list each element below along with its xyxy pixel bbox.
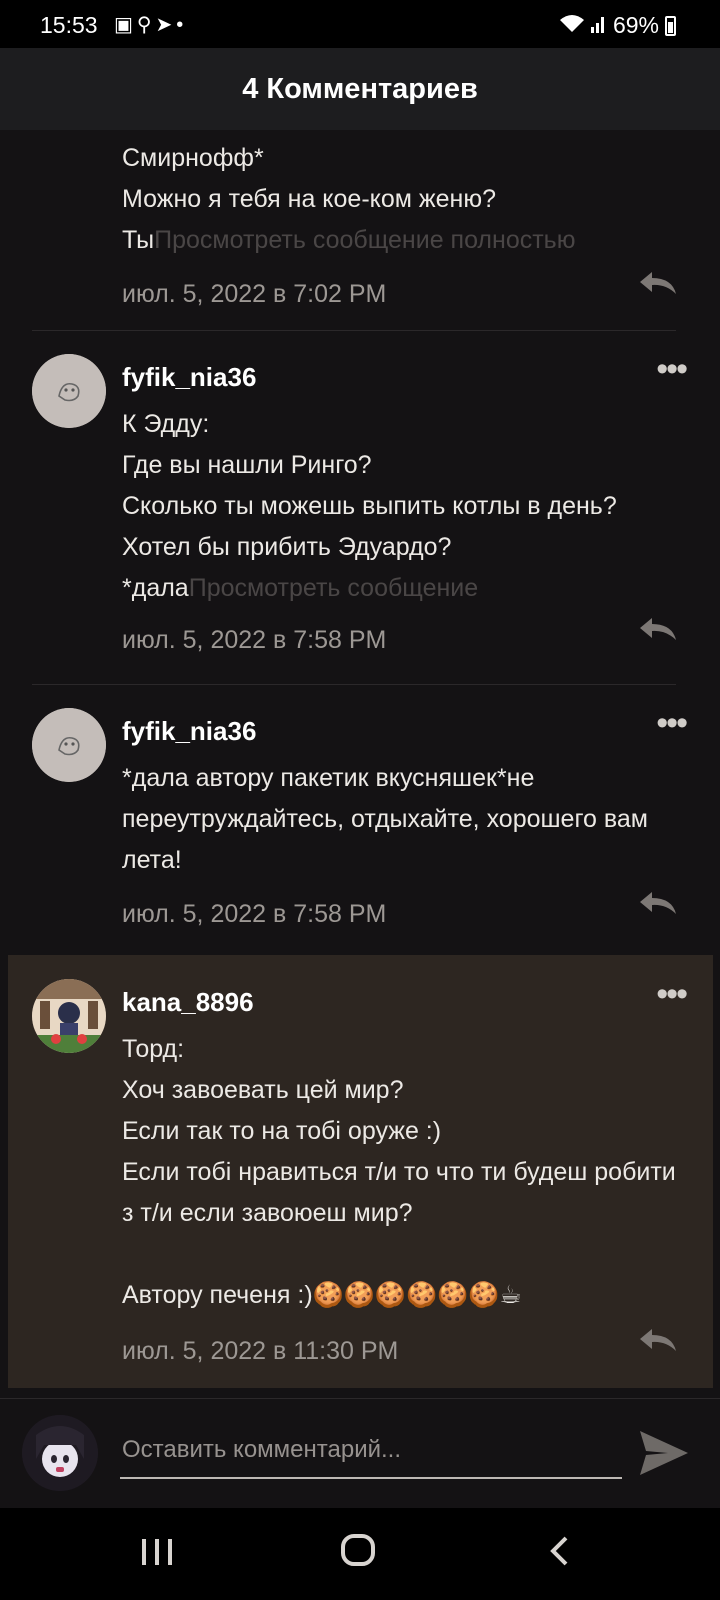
divider [32,684,676,685]
username[interactable]: fyfik_nia36 [122,716,256,747]
recents-button[interactable] [140,1532,174,1577]
home-button[interactable] [340,1532,376,1577]
more-options-icon[interactable]: ••• [656,350,688,389]
notification-icons: ▣⚲➤• [114,14,188,36]
more-options-icon[interactable]: ••• [656,704,688,743]
comment-date: июл. 5, 2022 в 11:30 PM [122,1337,399,1365]
battery-icon [665,15,676,36]
page-title: 4 Комментариев [0,48,720,130]
send-icon[interactable] [638,1429,690,1482]
comment-date: июл. 5, 2022 в 7:58 PM [122,900,387,928]
status-bar: 15:53 ▣⚲➤• 69% [0,0,720,48]
comment-body: *дала автору пакетик вкусняшек*не переут… [122,764,648,874]
reply-icon[interactable] [638,890,678,924]
comments-list[interactable]: Смирнофф* Можно я тебя на кое-ком женю? … [0,130,720,1400]
status-right: 69% [559,12,676,39]
view-full-message-link[interactable]: Просмотреть сообщение полностью [154,226,575,254]
status-time: 15:53 [40,12,98,38]
divider [32,330,676,331]
username[interactable]: fyfik_nia36 [122,362,256,393]
comment-date: июл. 5, 2022 в 7:58 PM [122,626,387,654]
comment-body: Торд: Хоч завоевать цей мир? Если так то… [122,1035,676,1309]
battery-percent: 69% [612,12,659,38]
view-full-message-link[interactable]: Просмотреть сообщение [189,574,478,602]
reply-icon[interactable] [638,616,678,650]
comment-body: К Эдду: Где вы нашли Ринго? Сколько ты м… [122,410,617,602]
reply-icon[interactable] [638,270,678,304]
system-nav-bar [0,1508,720,1600]
user-avatar[interactable] [32,979,106,1053]
reply-icon[interactable] [638,1327,678,1361]
comment-body: Смирнофф* Можно я тебя на кое-ком женю? … [122,144,576,254]
back-button[interactable] [548,1532,570,1577]
wifi-icon [559,12,585,39]
user-avatar[interactable] [32,354,106,428]
comment-composer [0,1398,720,1509]
comment-input[interactable] [120,1423,622,1479]
more-options-icon[interactable]: ••• [656,975,688,1014]
my-avatar [22,1415,98,1491]
signal-icon [590,12,607,39]
user-avatar[interactable] [32,708,106,782]
comment-date: июл. 5, 2022 в 7:02 PM [122,280,387,308]
username[interactable]: kana_8896 [122,987,254,1018]
